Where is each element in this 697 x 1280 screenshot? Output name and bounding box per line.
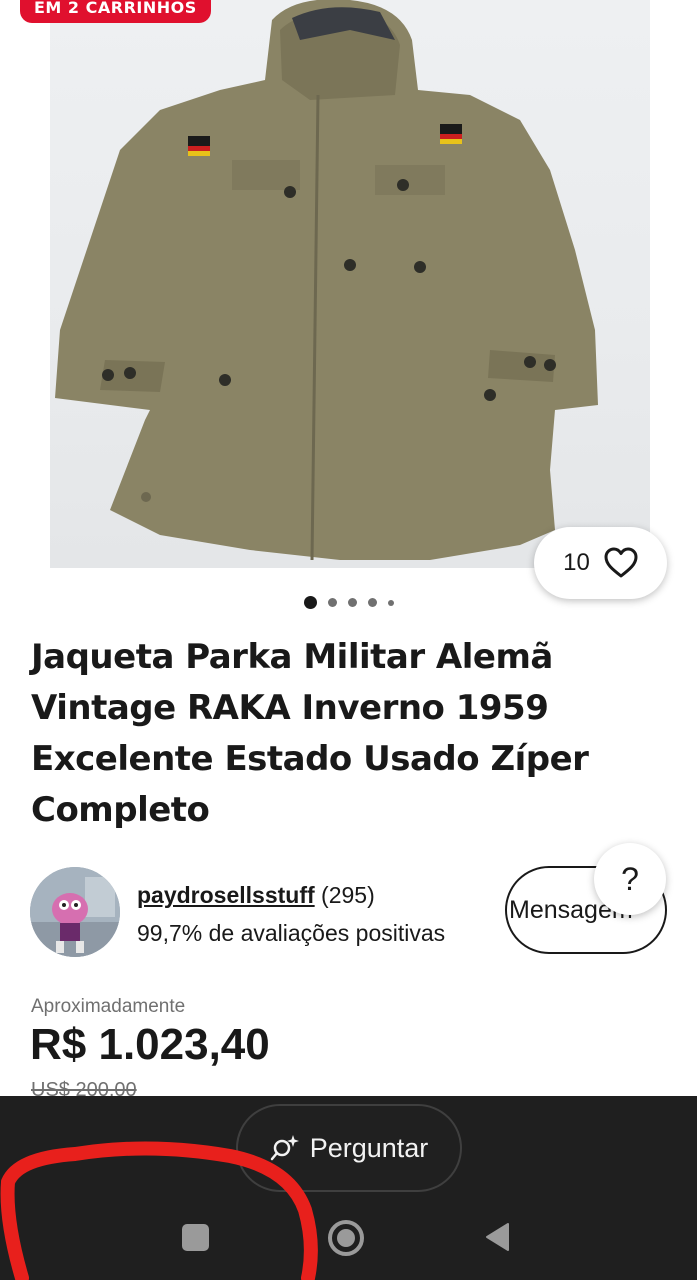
heart-icon	[604, 547, 638, 578]
seller-name-line[interactable]: paydrosellsstuff (295)	[137, 882, 375, 909]
product-image-jacket[interactable]	[50, 0, 650, 568]
recent-apps-icon[interactable]	[182, 1224, 209, 1251]
seller-username-link[interactable]: paydrosellsstuff	[137, 882, 315, 908]
help-icon: ?	[621, 860, 639, 897]
back-icon[interactable]	[484, 1222, 510, 1252]
price-approx-label: Aproximadamente	[31, 996, 186, 1017]
screen: EM 2 CARRINHOS 10 Jaqueta Parka Militar …	[0, 0, 697, 1280]
home-icon[interactable]	[328, 1220, 364, 1256]
pagination-dot-active[interactable]	[303, 596, 317, 609]
product-gallery[interactable]: EM 2 CARRINHOS 10	[0, 0, 697, 599]
image-pagination[interactable]	[0, 596, 697, 609]
in-carts-badge: EM 2 CARRINHOS	[20, 0, 211, 23]
converted-price: R$ 1.023,40	[30, 1020, 270, 1069]
avatar-image	[30, 867, 120, 957]
ask-button[interactable]: Perguntar	[236, 1104, 462, 1192]
ask-button-label: Perguntar	[309, 1132, 429, 1163]
pagination-dot[interactable]	[327, 598, 337, 607]
pagination-dot[interactable]	[367, 598, 377, 607]
listing-title: Jaqueta Parka Militar Alemã Vintage RAKA…	[31, 637, 589, 830]
pagination-dot[interactable]	[387, 599, 394, 606]
help-button[interactable]: ?	[594, 843, 666, 915]
seller-feedback-count: (295)	[321, 882, 375, 908]
pagination-dot[interactable]	[347, 598, 357, 607]
sparkle-search-icon	[270, 1135, 299, 1161]
seller-positive-feedback: 99,7% de avaliações positivas	[137, 920, 446, 946]
watch-count: 10	[563, 549, 590, 576]
seller-avatar[interactable]	[30, 867, 120, 957]
watch-button[interactable]: 10	[534, 527, 667, 599]
